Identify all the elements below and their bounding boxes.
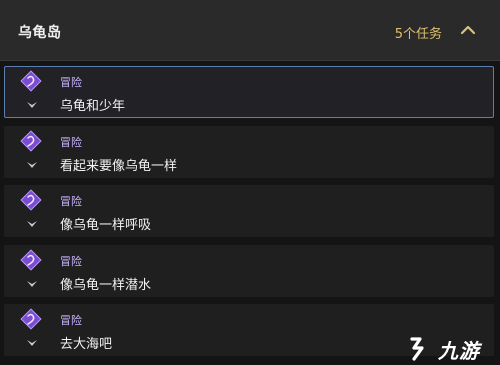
quest-title: 乌龟和少年 xyxy=(60,99,126,114)
quest-category: 冒险 xyxy=(60,136,82,149)
adventure-diamond-icon xyxy=(20,308,42,330)
chevron-up-icon[interactable] xyxy=(456,18,480,42)
adventure-diamond-icon xyxy=(20,70,42,92)
quest-group-title: 乌龟岛 xyxy=(18,25,62,41)
rank-chevron-icon xyxy=(27,340,37,346)
task-count: 5个任务 xyxy=(394,27,442,42)
watermark-logo-icon xyxy=(410,337,424,361)
rank-chevron-icon xyxy=(27,221,37,227)
quest-category: 冒险 xyxy=(60,314,82,327)
rank-chevron-icon xyxy=(27,102,37,108)
quest-item[interactable]: 冒险 像乌龟一样呼吸 xyxy=(4,185,494,237)
quest-category: 冒险 xyxy=(60,195,82,208)
quest-category: 冒险 xyxy=(60,76,82,89)
quest-group-header[interactable]: 乌龟岛 5个任务 xyxy=(0,0,500,61)
quest-category: 冒险 xyxy=(60,255,82,268)
adventure-diamond-icon xyxy=(20,249,42,271)
adventure-diamond-icon xyxy=(20,130,42,152)
quest-item[interactable]: 冒险 乌龟和少年 xyxy=(4,66,494,118)
quest-title: 去大海吧 xyxy=(60,337,113,352)
rank-chevron-icon xyxy=(27,162,37,168)
watermark: 九游 xyxy=(404,333,492,363)
rank-chevron-icon xyxy=(27,281,37,287)
quest-title: 看起来要像乌龟一样 xyxy=(60,159,178,174)
quest-item[interactable]: 冒险 看起来要像乌龟一样 xyxy=(4,126,494,178)
quest-title: 像乌龟一样潜水 xyxy=(60,278,152,293)
adventure-diamond-icon xyxy=(20,189,42,211)
quest-item[interactable]: 冒险 像乌龟一样潜水 xyxy=(4,245,494,297)
watermark-text: 九游 xyxy=(438,339,480,363)
quest-panel: 乌龟岛 5个任务 冒险 乌龟和少年 冒险 看起来要像乌龟一样 冒险 像乌龟一样呼… xyxy=(0,0,500,365)
quest-title: 像乌龟一样呼吸 xyxy=(60,218,152,233)
